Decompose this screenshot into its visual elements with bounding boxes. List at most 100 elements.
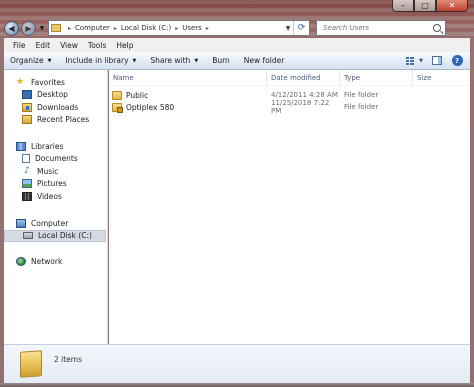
nav-label: Pictures [37,179,67,189]
refresh-icon: ⟳ [297,23,306,33]
file-type: File folder [344,91,379,99]
nav-label: Music [37,166,59,176]
chevron-down-icon[interactable]: ▼ [283,25,293,32]
file-name: Optiplex 580 [126,102,175,112]
nav-label: Computer [31,218,69,228]
forward-button[interactable]: ▶ [21,20,36,36]
nav-music[interactable]: ♪ Music [4,165,108,178]
computer-icon [16,218,26,228]
nav-computer[interactable]: Computer [4,217,108,230]
include-in-library-button[interactable]: Include in library ▼ [65,56,136,65]
caption-buttons: – □ ✕ [392,0,468,12]
address-controls: ▼ ⟳ [283,21,309,35]
refresh-button[interactable]: ⟳ [293,21,309,35]
nav-pictures[interactable]: Pictures [4,178,108,191]
menu-edit[interactable]: Edit [31,41,56,50]
item-count: 2 items [54,354,83,364]
breadcrumb-users[interactable]: Users [182,24,202,32]
share-with-button[interactable]: Share with ▼ [150,56,198,65]
nav-label: Downloads [37,102,79,112]
chevron-down-icon[interactable]: ▼ [418,55,424,67]
include-label: Include in library [65,56,129,65]
pictures-icon [22,179,32,189]
breadcrumb-separator[interactable]: ▸ [114,25,117,32]
maximize-icon: □ [421,1,429,10]
preview-pane-icon [432,56,442,65]
views-icon [406,56,414,65]
column-header-date[interactable]: Date modified [267,70,340,85]
menu-view[interactable]: View [55,41,83,50]
new-folder-button[interactable]: New folder [244,56,285,65]
music-icon: ♪ [24,165,30,176]
breadcrumb-local-disk[interactable]: Local Disk (C:) [121,24,171,32]
locked-folder-icon [112,102,123,113]
file-date: 4/12/2011 4:28 AM [271,91,338,99]
breadcrumb-computer[interactable]: Computer [75,24,110,32]
hard-disk-icon [23,232,33,240]
breadcrumb-separator[interactable]: ▸ [206,25,209,32]
nav-videos[interactable]: Videos [4,190,108,203]
documents-icon [22,154,30,164]
menu-bar: File Edit View Tools Help [4,38,470,52]
chevron-down-icon: ▼ [47,57,52,64]
menu-file[interactable]: File [8,41,31,50]
nav-network[interactable]: Network [4,255,108,268]
file-list-pane: Name Date modified Type Size Public 4/12… [109,70,470,344]
new-folder-label: New folder [243,56,285,65]
preview-pane-button[interactable] [430,55,444,67]
help-button[interactable]: ? [450,55,464,67]
nav-label: Favorites [31,77,65,87]
back-arrow-icon: ◀ [8,23,15,33]
address-row: ◀ ▶ ▼ ▸ Computer ▸ Local Disk (C:) ▸ Use… [4,19,470,37]
videos-icon [22,191,32,201]
close-button[interactable]: ✕ [436,0,468,12]
folder-icon [112,90,122,100]
search-icon [433,24,441,32]
nav-desktop[interactable]: Desktop [4,89,108,102]
window-bottom-border [0,383,474,387]
nav-documents[interactable]: Documents [4,153,108,166]
nav-downloads[interactable]: Downloads [4,101,108,114]
column-header-size[interactable]: Size [413,70,468,85]
breadcrumb-separator[interactable]: ▸ [175,25,178,32]
folder-icon [51,24,61,32]
nav-favorites[interactable]: ★ Favorites [4,76,108,89]
menu-tools[interactable]: Tools [83,41,111,50]
nav-libraries[interactable]: Libraries [4,140,108,153]
details-pane: 2 items [4,344,470,383]
nav-label: Libraries [31,141,64,151]
nav-local-disk[interactable]: Local Disk (C:) [4,229,106,242]
view-controls: ▼ ? [397,55,464,67]
navigation-pane: ★ Favorites Desktop Downloads Recent Pla… [4,70,108,344]
file-row-optiplex-580[interactable]: Optiplex 580 11/25/2018 7:22 PM File fol… [109,99,470,115]
organize-label: Organize [10,56,44,65]
recent-pages-button[interactable]: ▼ [38,25,46,32]
file-name: Public [126,90,149,100]
menu-help[interactable]: Help [111,41,138,50]
close-icon: ✕ [448,1,456,10]
forward-arrow-icon: ▶ [25,23,32,33]
minimize-button[interactable]: – [392,0,414,12]
chevron-down-icon: ▼ [194,57,199,64]
recent-places-icon [22,115,32,125]
column-header-type[interactable]: Type [340,70,413,85]
change-view-button[interactable] [403,55,417,67]
organize-button[interactable]: Organize ▼ [10,56,51,65]
command-bar: Organize ▼ Include in library ▼ Share wi… [4,52,470,70]
search-input[interactable] [323,24,431,32]
search-box[interactable] [316,20,446,36]
minimize-icon: – [401,1,405,10]
maximize-button[interactable]: □ [414,0,436,12]
burn-button[interactable]: Burn [212,56,230,65]
column-header-name[interactable]: Name [109,70,267,85]
favorites-group: ★ Favorites Desktop Downloads Recent Pla… [4,76,108,126]
nav-label: Videos [37,191,62,201]
libraries-group: Libraries Documents ♪ Music Pictures Vid… [4,140,108,203]
breadcrumb-separator[interactable]: ▸ [68,25,71,32]
file-date: 11/25/2018 7:22 PM [271,99,330,115]
address-bar[interactable]: ▸ Computer ▸ Local Disk (C:) ▸ Users ▸ ▼… [48,20,310,36]
network-icon [16,256,26,266]
nav-recent-places[interactable]: Recent Places [4,114,108,127]
file-type: File folder [344,103,379,111]
back-button[interactable]: ◀ [4,20,19,36]
